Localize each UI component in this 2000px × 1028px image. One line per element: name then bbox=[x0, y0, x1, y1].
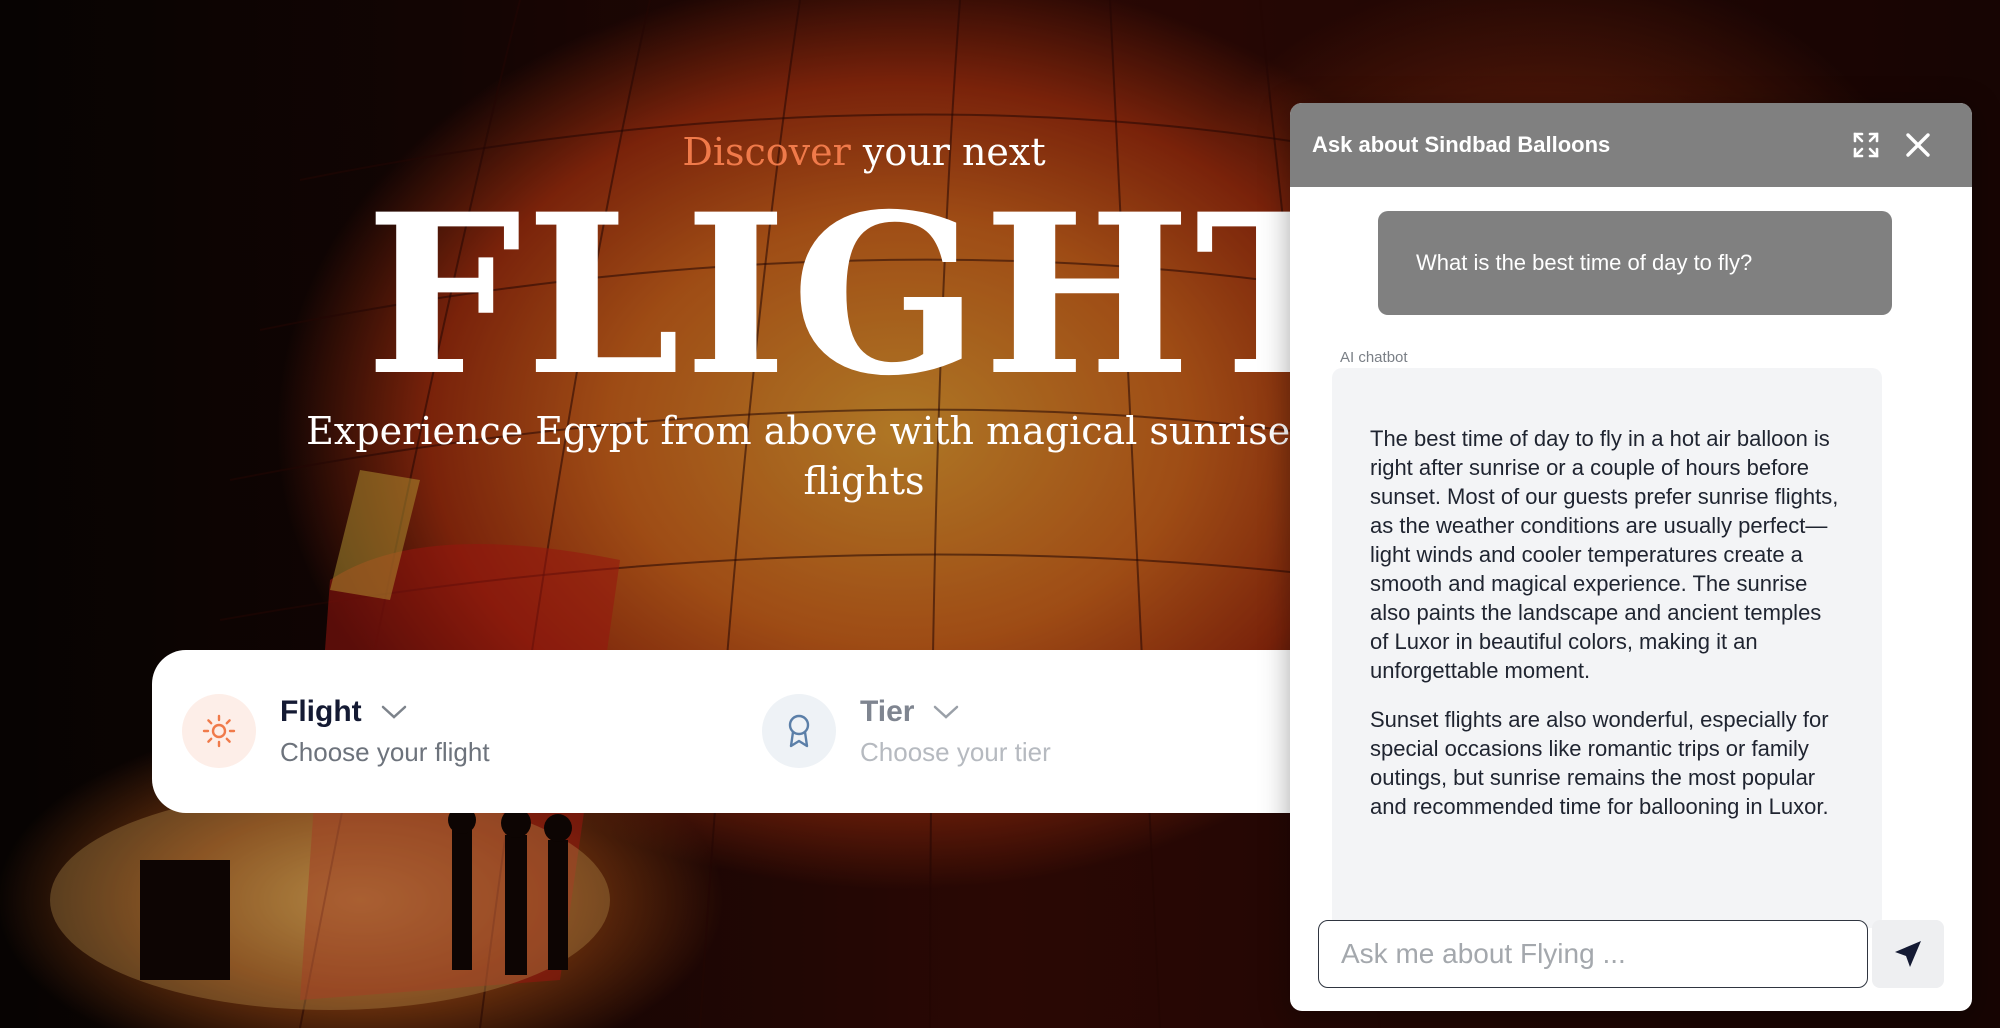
bot-paragraph: The best time of day to fly in a hot air… bbox=[1370, 426, 1839, 683]
tier-selector[interactable]: Tier Choose your tier bbox=[762, 694, 1051, 768]
close-icon[interactable] bbox=[1898, 125, 1938, 165]
tagline-line-1: Experience Egypt from above with magical… bbox=[306, 409, 1422, 453]
tagline-line-2: flights bbox=[803, 459, 925, 503]
send-button[interactable] bbox=[1872, 920, 1944, 988]
chat-input-row bbox=[1318, 920, 1944, 990]
flight-selector[interactable]: Flight Choose your flight bbox=[182, 694, 490, 768]
chevron-down-icon bbox=[381, 705, 406, 719]
chevron-down-icon bbox=[934, 705, 959, 719]
tier-label: Tier bbox=[860, 694, 915, 728]
tier-placeholder: Choose your tier bbox=[860, 736, 1051, 767]
bot-message: The best time of day to fly in a hot air… bbox=[1332, 368, 1882, 928]
flight-placeholder: Choose your flight bbox=[280, 736, 490, 767]
bot-sender-label: AI chatbot bbox=[1340, 349, 1408, 366]
chat-input[interactable] bbox=[1318, 920, 1868, 988]
sun-icon bbox=[182, 694, 256, 768]
chat-header: Ask about Sindbad Balloons bbox=[1290, 103, 1972, 187]
award-icon bbox=[762, 694, 836, 768]
send-icon bbox=[1895, 941, 1921, 967]
expand-icon[interactable] bbox=[1846, 125, 1886, 165]
chat-title: Ask about Sindbad Balloons bbox=[1312, 132, 1611, 157]
user-message: What is the best time of day to fly? bbox=[1378, 211, 1892, 315]
chat-widget: Ask about Sindbad Balloons What is the b… bbox=[1290, 103, 1972, 1011]
hero-tagline: Experience Egypt from above with magical… bbox=[300, 406, 1428, 506]
bot-paragraph: Sunset flights are also wonderful, espec… bbox=[1370, 707, 1829, 819]
flight-label: Flight bbox=[280, 694, 362, 728]
